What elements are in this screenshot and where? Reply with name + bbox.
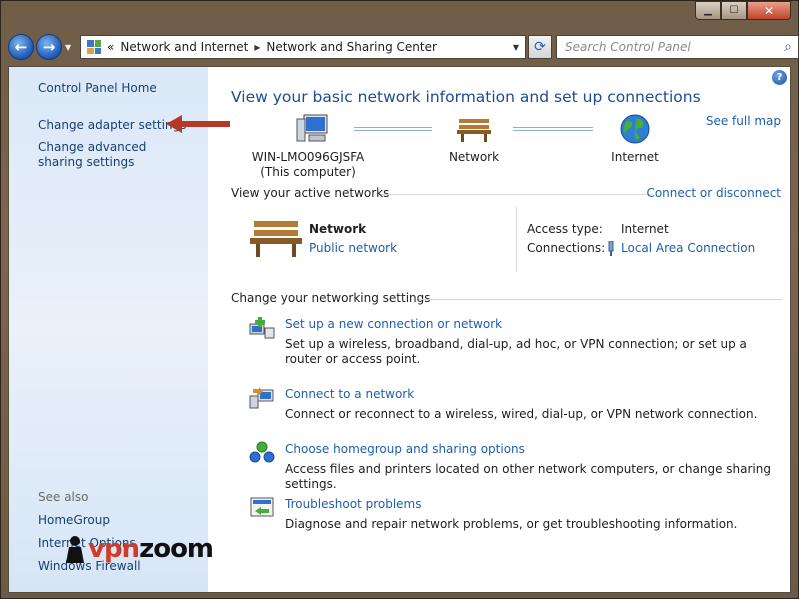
internet-node-label: Internet bbox=[611, 150, 659, 164]
computer-sub: (This computer) bbox=[260, 165, 356, 179]
watermark-zoom: zoom bbox=[139, 534, 214, 564]
divider bbox=[516, 207, 517, 271]
connect-network-icon bbox=[249, 387, 274, 409]
refresh-icon: ⟳ bbox=[534, 39, 546, 55]
connections-label: Connections: bbox=[527, 241, 606, 255]
crumb-overflow[interactable]: « bbox=[107, 40, 114, 54]
connect-to-network-description: Connect or reconnect to a wireless, wire… bbox=[285, 407, 758, 421]
network-type-link[interactable]: Public network bbox=[309, 241, 397, 255]
watermark-vpn: vpn bbox=[88, 534, 140, 564]
bench-network-icon[interactable] bbox=[457, 115, 491, 143]
globe-icon[interactable] bbox=[619, 113, 651, 145]
setup-connection-description: Set up a wireless, broadband, dial-up, a… bbox=[285, 337, 747, 366]
active-network-name: Network bbox=[309, 222, 367, 236]
settings-heading: Change your networking settings bbox=[231, 291, 431, 305]
connect-or-disconnect-link[interactable]: Connect or disconnect bbox=[646, 186, 781, 200]
see-also-heading: See also bbox=[38, 490, 89, 504]
divider bbox=[419, 299, 782, 300]
annotation-arrow-icon bbox=[166, 115, 230, 133]
network-plug-icon bbox=[608, 241, 614, 256]
see-full-map-link[interactable]: See full map bbox=[706, 114, 781, 128]
connect-to-network-link[interactable]: Connect to a network bbox=[285, 387, 414, 401]
sidebar-item-control-panel-home[interactable]: Control Panel Home bbox=[38, 81, 157, 96]
breadcrumb-network-and-internet[interactable]: Network and Internet bbox=[120, 40, 248, 54]
main-panel: ? View your basic network information an… bbox=[208, 67, 790, 592]
back-button[interactable]: ← bbox=[8, 34, 34, 60]
caption-buttons: ▁ ☐ ✕ bbox=[695, 1, 791, 20]
new-connection-icon bbox=[249, 317, 275, 339]
control-panel-icon bbox=[87, 40, 101, 54]
address-bar[interactable]: « Network and Internet ▸ Network and Sha… bbox=[80, 35, 526, 59]
task-sidebar: Control Panel Home Change adapter settin… bbox=[9, 67, 208, 592]
help-icon[interactable]: ? bbox=[772, 70, 787, 85]
search-input[interactable]: Search Control Panel ⌕ bbox=[556, 35, 799, 59]
bench-network-icon bbox=[250, 221, 302, 257]
access-type-value: Internet bbox=[621, 222, 669, 236]
see-also-homegroup[interactable]: HomeGroup bbox=[38, 513, 110, 528]
close-button[interactable]: ✕ bbox=[747, 1, 791, 20]
breadcrumb-network-and-sharing-center[interactable]: Network and Sharing Center bbox=[266, 40, 437, 54]
silhouette-logo-icon bbox=[66, 536, 84, 563]
chevron-right-icon[interactable]: ▸ bbox=[254, 40, 260, 54]
homegroup-sharing-description: Access files and printers located on oth… bbox=[285, 462, 771, 491]
control-panel-window: ▁ ☐ ✕ ← → ▼ « Network and Internet ▸ Net… bbox=[0, 0, 799, 599]
search-placeholder: Search Control Panel bbox=[565, 40, 691, 54]
minimize-button[interactable]: ▁ bbox=[695, 1, 721, 20]
divider bbox=[381, 194, 653, 195]
network-node-label: Network bbox=[448, 150, 500, 164]
maximize-button[interactable]: ☐ bbox=[721, 1, 747, 20]
recent-pages-dropdown[interactable]: ▼ bbox=[65, 43, 71, 52]
homegroup-icon bbox=[249, 441, 275, 463]
search-icon[interactable]: ⌕ bbox=[784, 39, 792, 55]
access-type-label: Access type: bbox=[527, 222, 603, 236]
troubleshoot-icon bbox=[250, 497, 274, 517]
refresh-button[interactable]: ⟳ bbox=[528, 35, 552, 59]
homegroup-sharing-link[interactable]: Choose homegroup and sharing options bbox=[285, 442, 525, 456]
navigation-bar: ← → ▼ « Network and Internet ▸ Network a… bbox=[8, 32, 799, 62]
active-networks-heading: View your active networks bbox=[231, 186, 390, 200]
troubleshoot-link[interactable]: Troubleshoot problems bbox=[285, 497, 421, 511]
computer-name: WIN-LMO096GJSFA bbox=[251, 150, 365, 164]
computer-icon[interactable] bbox=[295, 111, 329, 145]
troubleshoot-description: Diagnose and repair network problems, or… bbox=[285, 517, 738, 531]
address-dropdown-icon[interactable]: ▼ bbox=[507, 36, 525, 58]
local-area-connection-link[interactable]: Local Area Connection bbox=[621, 241, 755, 255]
forward-button[interactable]: → bbox=[36, 34, 62, 60]
content-area: Control Panel Home Change adapter settin… bbox=[8, 66, 791, 593]
map-connector-left bbox=[354, 127, 432, 131]
page-title: View your basic network information and … bbox=[231, 88, 701, 106]
map-connector-right bbox=[513, 127, 593, 131]
setup-connection-link[interactable]: Set up a new connection or network bbox=[285, 317, 502, 331]
vpnzoom-watermark: vpn zoom bbox=[62, 534, 214, 564]
sidebar-item-change-advanced-sharing[interactable]: Change advanced sharing settings bbox=[38, 140, 188, 170]
